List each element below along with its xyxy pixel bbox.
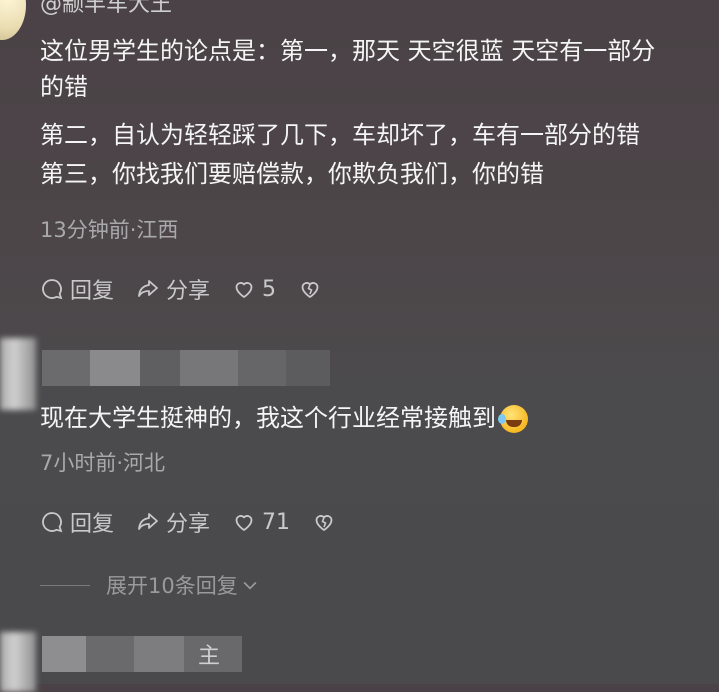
like-count: 5 <box>262 276 277 302</box>
dislike-button[interactable] <box>298 277 328 301</box>
like-count: 71 <box>262 509 291 535</box>
comment-username-blurred[interactable] <box>42 350 330 386</box>
comment-body: 这位男学生的论点是：第一，那天 天空很蓝 天空有一部分 的错 第二，自认为轻轻踩… <box>40 33 655 192</box>
comment-text-line: 这位男学生的论点是：第一，那天 天空很蓝 天空有一部分 <box>40 37 656 65</box>
like-button[interactable]: 71 <box>232 510 290 535</box>
reply-button[interactable]: 回复 <box>40 273 114 305</box>
expand-replies-button[interactable]: 展开10条回复 <box>40 570 260 600</box>
reply-button[interactable]: 回复 <box>40 506 114 538</box>
share-icon <box>138 280 158 297</box>
comment-time-location: 7小时前·河北 <box>40 451 166 475</box>
broken-heart-icon <box>301 282 319 298</box>
chevron-down-icon <box>243 581 257 590</box>
comment-actions: 回复 分享 71 <box>40 506 364 538</box>
comment-text-line: 第二，自认为轻轻踩了几下，车却坏了，车有一部分的错 <box>40 121 640 149</box>
reply-icon <box>42 279 63 300</box>
like-button[interactable]: 5 <box>232 277 276 302</box>
avatar[interactable] <box>0 338 36 410</box>
avatar[interactable] <box>0 632 36 692</box>
comment-text: 现在大学生挺神的，我这个行业经常接触到 <box>40 400 528 436</box>
share-button[interactable]: 分享 <box>136 273 210 305</box>
rofl-emoji-icon <box>498 405 528 433</box>
expand-replies-label: 展开10条回复 <box>106 574 238 598</box>
reply-label: 回复 <box>70 512 115 537</box>
comment-actions: 回复 分享 5 <box>40 273 350 305</box>
share-icon <box>138 513 158 530</box>
reply-icon <box>42 512 63 533</box>
dislike-button[interactable] <box>312 510 342 534</box>
comment-text-line: 的错 <box>40 73 88 101</box>
avatar[interactable] <box>0 0 26 40</box>
heart-icon <box>235 282 253 298</box>
comment-username[interactable]: @颛丰车大王 <box>40 0 172 18</box>
comment-username-tail: 主 <box>198 644 221 669</box>
comment-text-line: 第三，你找我们要赔偿款，你欺负我们，你的错 <box>40 160 544 188</box>
share-label: 分享 <box>166 279 211 304</box>
broken-heart-icon <box>315 515 333 531</box>
share-label: 分享 <box>166 512 211 537</box>
divider-line <box>40 584 90 586</box>
comment-text-content: 现在大学生挺神的，我这个行业经常接触到 <box>40 404 496 432</box>
heart-icon <box>235 515 253 531</box>
comment-time-location: 13分钟前·江西 <box>40 218 179 242</box>
share-button[interactable]: 分享 <box>136 506 210 538</box>
reply-label: 回复 <box>70 279 115 304</box>
